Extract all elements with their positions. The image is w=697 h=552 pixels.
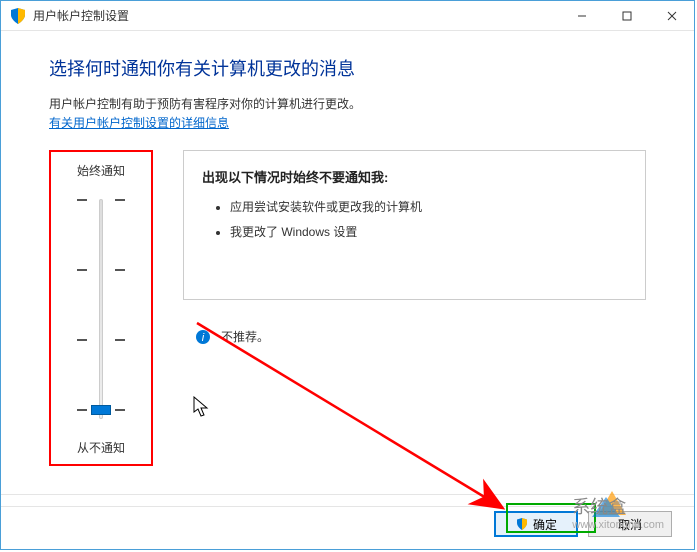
page-description: 用户帐户控制有助于预防有害程序对你的计算机进行更改。 xyxy=(49,95,646,112)
recommendation-row: i 不推荐。 xyxy=(195,328,646,345)
footer-buttons: 确定 取消 xyxy=(494,511,672,537)
cancel-button-label: 取消 xyxy=(618,516,642,533)
slider-bottom-label: 从不通知 xyxy=(57,439,145,456)
titlebar: 用户帐户控制设置 xyxy=(1,1,694,31)
shield-icon xyxy=(515,517,529,531)
slider-tick xyxy=(71,339,131,341)
minimize-button[interactable] xyxy=(559,1,604,30)
recommendation-text: 不推荐。 xyxy=(221,328,269,345)
cancel-button[interactable]: 取消 xyxy=(588,511,672,537)
divider xyxy=(1,506,694,507)
maximize-button[interactable] xyxy=(604,1,649,30)
notification-slider[interactable] xyxy=(71,191,131,427)
info-list: 应用尝试安装软件或更改我的计算机 我更改了 Windows 设置 xyxy=(202,198,627,240)
slider-rail xyxy=(99,199,103,419)
ok-button-label: 确定 xyxy=(533,516,557,533)
slider-top-label: 始终通知 xyxy=(57,162,145,179)
shield-icon xyxy=(9,7,27,25)
info-list-item: 我更改了 Windows 设置 xyxy=(230,223,627,240)
info-panel: 出现以下情况时始终不要通知我: 应用尝试安装软件或更改我的计算机 我更改了 Wi… xyxy=(183,150,646,300)
slider-tick xyxy=(71,269,131,271)
page-heading: 选择何时通知你有关计算机更改的消息 xyxy=(49,55,646,81)
right-column: 出现以下情况时始终不要通知我: 应用尝试安装软件或更改我的计算机 我更改了 Wi… xyxy=(183,150,646,466)
main-area: 始终通知 从不通知 出现以下情况时始终不要通知我: 应用尝试安装软件或更改我的计… xyxy=(49,150,646,466)
slider-thumb[interactable] xyxy=(91,405,111,415)
divider xyxy=(1,494,694,495)
notification-slider-box: 始终通知 从不通知 xyxy=(49,150,153,466)
ok-button[interactable]: 确定 xyxy=(494,511,578,537)
window-controls xyxy=(559,1,694,30)
info-icon: i xyxy=(195,329,211,345)
learn-more-link[interactable]: 有关用户帐户控制设置的详细信息 xyxy=(49,116,229,130)
close-button[interactable] xyxy=(649,1,694,30)
content-area: 选择何时通知你有关计算机更改的消息 用户帐户控制有助于预防有害程序对你的计算机进… xyxy=(1,31,694,466)
uac-settings-window: 用户帐户控制设置 选择何时通知你有关计算机更改的消息 用户帐户控制有助于预防有害… xyxy=(0,0,695,550)
info-list-item: 应用尝试安装软件或更改我的计算机 xyxy=(230,198,627,215)
info-panel-title: 出现以下情况时始终不要通知我: xyxy=(202,167,627,186)
slider-tick xyxy=(71,199,131,201)
window-title: 用户帐户控制设置 xyxy=(33,7,559,24)
